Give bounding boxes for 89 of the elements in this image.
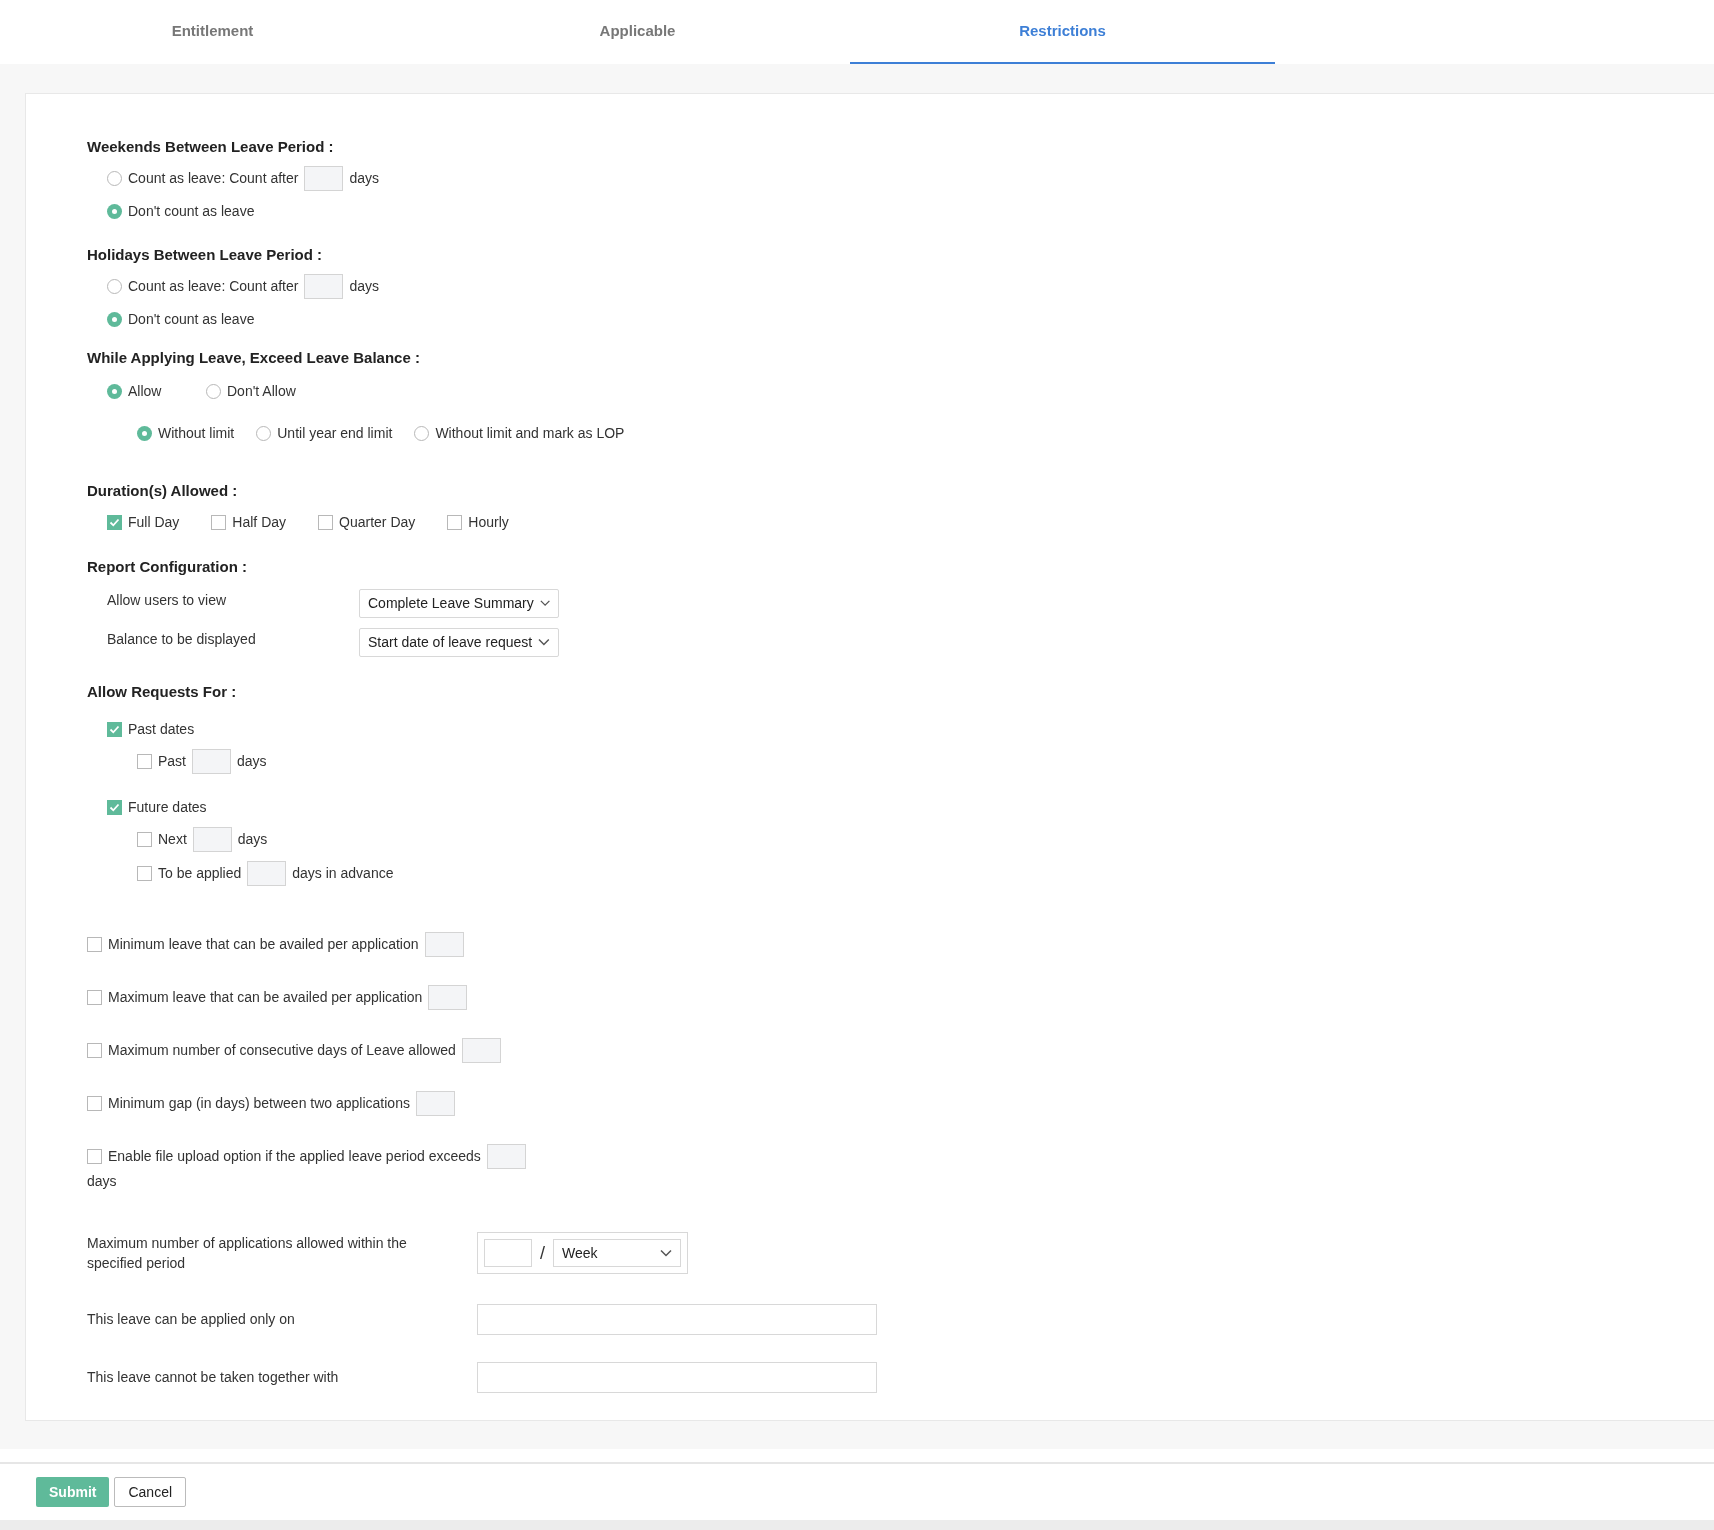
radio-button[interactable] xyxy=(107,204,122,219)
checkbox[interactable] xyxy=(137,865,152,881)
radio-button[interactable] xyxy=(107,171,122,186)
radio-button[interactable] xyxy=(206,384,221,399)
unit-label: days xyxy=(349,276,379,296)
number-input[interactable] xyxy=(192,748,231,774)
option-label: Hourly xyxy=(468,512,509,532)
radio-button[interactable] xyxy=(256,426,272,441)
field-label: This leave can be applied only on xyxy=(87,1311,295,1327)
radio-button[interactable] xyxy=(107,384,122,399)
unit-label: days in advance xyxy=(292,863,394,883)
count-input[interactable] xyxy=(484,1239,532,1267)
option-label: Count as leave: Count after xyxy=(128,169,299,188)
option-label: Allow xyxy=(128,382,162,401)
dropdown[interactable]: Complete Leave Summary xyxy=(359,588,559,618)
option-label: Maximum leave that can be availed per application xyxy=(108,987,423,1007)
option-label: Future dates xyxy=(128,797,207,817)
option-label: Minimum leave that can be availed per application xyxy=(108,934,419,954)
option-label: Next xyxy=(158,829,187,849)
number-input[interactable] xyxy=(424,931,464,957)
option-label: To be applied xyxy=(158,863,242,883)
separator: / xyxy=(540,1241,545,1265)
radio-button[interactable] xyxy=(137,426,152,441)
check-icon xyxy=(109,801,120,813)
radio-button[interactable] xyxy=(107,311,122,327)
section-heading: Allow Requests For : xyxy=(87,681,237,702)
option-label: Enable file upload option if the applied leave period exceeds xyxy=(108,1146,481,1166)
checkbox[interactable] xyxy=(87,936,102,952)
option-label: Maximum number of consecutive days of Leave allowed xyxy=(108,1040,456,1060)
unit-label: days xyxy=(237,829,268,849)
checkbox[interactable] xyxy=(107,721,122,737)
tab[interactable]: Entitlement xyxy=(0,0,425,64)
checkbox[interactable] xyxy=(447,514,463,530)
checkbox[interactable] xyxy=(87,1148,102,1164)
checkbox[interactable] xyxy=(318,514,334,530)
checkbox[interactable] xyxy=(87,1095,102,1111)
option-label: Don't count as leave xyxy=(128,202,255,221)
chevron-down-icon xyxy=(660,1249,672,1257)
option-label: Without limit and mark as LOP xyxy=(435,424,625,443)
section-heading: Holidays Between Leave Period : xyxy=(87,244,323,265)
checkbox[interactable] xyxy=(107,514,122,530)
option-label: Count as leave: Count after xyxy=(128,276,299,296)
unit-label: days xyxy=(349,169,379,188)
unit-label: days xyxy=(87,1172,117,1191)
checkbox[interactable] xyxy=(211,514,227,530)
option-label: Half Day xyxy=(232,512,287,532)
number-input[interactable] xyxy=(428,984,468,1010)
checkbox[interactable] xyxy=(137,831,152,847)
checkbox[interactable] xyxy=(87,1042,102,1058)
radio-button[interactable] xyxy=(107,278,122,294)
field-label: Maximum number of applications allowed within the specified period xyxy=(87,1234,408,1273)
field-label: This leave cannot be taken together with xyxy=(87,1369,339,1385)
number-input[interactable] xyxy=(304,166,344,191)
section-heading: Weekends Between Leave Period : xyxy=(87,137,334,157)
option-label: Past dates xyxy=(128,719,195,739)
number-input[interactable] xyxy=(415,1090,455,1116)
tab[interactable]: Applicable xyxy=(425,0,850,64)
option-label: Past xyxy=(158,751,186,771)
text-input[interactable] xyxy=(477,1304,877,1335)
dropdown[interactable]: Week xyxy=(553,1239,681,1267)
cancel-button[interactable]: Cancel xyxy=(114,1477,187,1507)
checkbox[interactable] xyxy=(87,989,102,1005)
number-input[interactable] xyxy=(192,826,232,852)
field-label: Balance to be displayed xyxy=(107,629,257,649)
radio-button[interactable] xyxy=(414,426,430,441)
number-input[interactable] xyxy=(486,1143,526,1169)
field-label: Allow users to view xyxy=(107,590,228,610)
dropdown[interactable]: Start date of leave request xyxy=(359,627,559,657)
check-icon xyxy=(109,723,120,735)
unit-label: days xyxy=(237,751,267,771)
option-label: Until year end limit xyxy=(277,424,393,443)
section-heading: While Applying Leave, Exceed Leave Balance : xyxy=(87,348,420,368)
option-label: Minimum gap (in days) between two applications xyxy=(108,1093,410,1113)
section-heading: Duration(s) Allowed : xyxy=(87,480,238,501)
section-heading: Report Configuration : xyxy=(87,557,247,577)
number-input[interactable] xyxy=(304,273,344,299)
checkbox[interactable] xyxy=(107,799,122,815)
option-label: Full Day xyxy=(128,512,180,532)
option-label: Quarter Day xyxy=(339,512,416,532)
option-label: Without limit xyxy=(158,424,235,443)
checkbox[interactable] xyxy=(137,753,152,769)
option-label: Don't Allow xyxy=(227,382,296,401)
chevron-down-icon xyxy=(539,599,550,607)
check-icon xyxy=(109,516,120,528)
number-input[interactable] xyxy=(461,1037,501,1063)
option-label: Don't count as leave xyxy=(128,309,255,329)
text-input[interactable] xyxy=(477,1362,877,1393)
number-input[interactable] xyxy=(247,860,287,886)
chevron-down-icon xyxy=(538,638,550,646)
